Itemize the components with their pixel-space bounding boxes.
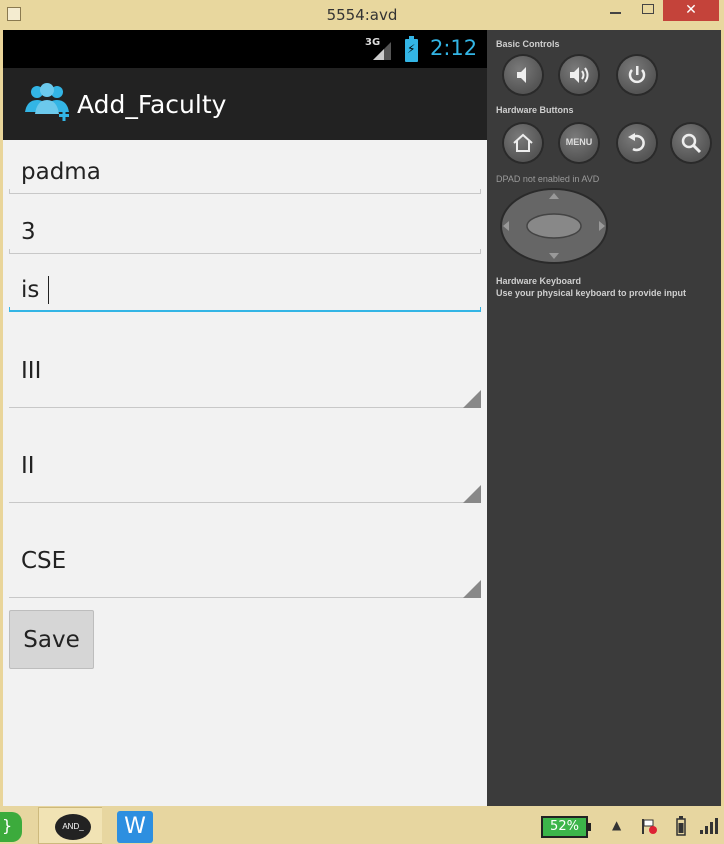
field-underline bbox=[9, 249, 481, 254]
field-underline bbox=[9, 189, 481, 194]
faculty-form: III II CSE Save bbox=[3, 140, 487, 806]
name-input[interactable] bbox=[9, 146, 481, 198]
signal-icon bbox=[373, 42, 391, 60]
close-button[interactable]: ✕ bbox=[663, 0, 719, 21]
status-time: 2:12 bbox=[430, 36, 478, 60]
year-spinner[interactable]: III bbox=[9, 338, 481, 418]
semester-spinner-value: II bbox=[21, 453, 35, 479]
search-icon bbox=[681, 133, 702, 154]
taskbar-item-android[interactable]: AND_ bbox=[38, 807, 110, 844]
emulator-controls-panel: Basic Controls Hardware Buttons MENU DPA… bbox=[487, 30, 721, 806]
hardware-buttons-label: Hardware Buttons bbox=[496, 105, 574, 115]
department-spinner[interactable]: CSE bbox=[9, 528, 481, 608]
battery-indicator[interactable]: 52% bbox=[541, 816, 591, 838]
semester-spinner[interactable]: II bbox=[9, 433, 481, 513]
subject-input[interactable] bbox=[9, 264, 481, 316]
network-signal-icon[interactable] bbox=[700, 818, 718, 834]
tray-expand-icon[interactable]: ▲ bbox=[612, 818, 621, 832]
volume-up-icon bbox=[570, 67, 589, 83]
battery-icon: ⚡ bbox=[405, 36, 418, 62]
back-icon bbox=[628, 133, 645, 152]
dpad-control[interactable] bbox=[500, 188, 608, 264]
status-bar: 3G ⚡ 2:12 bbox=[3, 30, 487, 68]
menu-button-label: MENU bbox=[565, 137, 593, 147]
spinner-underline bbox=[9, 407, 481, 408]
spinner-underline bbox=[9, 502, 481, 503]
page-title: Add_Faculty bbox=[77, 90, 227, 119]
android-emulator-icon: AND_ bbox=[55, 814, 91, 840]
add-group-icon bbox=[25, 83, 69, 121]
save-button[interactable]: Save bbox=[9, 610, 94, 669]
flag-icon[interactable] bbox=[640, 817, 658, 835]
name-field[interactable] bbox=[9, 146, 481, 198]
hardware-keyboard-hint: Use your physical keyboard to provide in… bbox=[496, 288, 687, 298]
dropdown-arrow-icon bbox=[463, 580, 481, 598]
back-button[interactable] bbox=[618, 124, 656, 162]
action-bar: Add_Faculty bbox=[3, 68, 487, 140]
hardware-keyboard-label: Hardware Keyboard bbox=[496, 276, 582, 286]
taskbar-item-w[interactable]: W bbox=[102, 807, 174, 844]
w-app-icon: W bbox=[117, 811, 153, 843]
power-button[interactable] bbox=[618, 56, 656, 94]
dropdown-arrow-icon bbox=[463, 485, 481, 503]
maximize-button[interactable] bbox=[633, 0, 663, 21]
search-button[interactable] bbox=[672, 124, 710, 162]
volume-up-button[interactable] bbox=[560, 56, 598, 94]
power-plug-icon[interactable] bbox=[675, 816, 687, 836]
power-icon bbox=[628, 66, 646, 84]
taskbar: } AND_ W 52% ▲ bbox=[0, 806, 724, 844]
field-underline-focused bbox=[9, 307, 481, 312]
number-field[interactable] bbox=[9, 206, 481, 258]
home-button[interactable] bbox=[504, 124, 542, 162]
basic-controls-label: Basic Controls bbox=[496, 39, 560, 49]
start-button[interactable]: } bbox=[0, 812, 22, 842]
number-input[interactable] bbox=[9, 206, 481, 258]
volume-down-button[interactable] bbox=[504, 56, 542, 94]
device-screen: 3G ⚡ 2:12 Add_Faculty padma 3 is III II … bbox=[3, 30, 487, 806]
volume-down-icon bbox=[517, 67, 526, 83]
emulator-window: 3G ⚡ 2:12 Add_Faculty padma 3 is III II … bbox=[3, 30, 721, 806]
minimize-button[interactable] bbox=[600, 0, 632, 21]
dropdown-arrow-icon bbox=[463, 390, 481, 408]
home-icon bbox=[513, 133, 533, 152]
subject-field[interactable] bbox=[9, 264, 481, 316]
department-spinner-value: CSE bbox=[21, 548, 67, 574]
dpad-disabled-label: DPAD not enabled in AVD bbox=[496, 174, 600, 184]
window-titlebar: 5554:avd ✕ bbox=[0, 0, 724, 30]
menu-button[interactable]: MENU bbox=[560, 124, 598, 162]
text-cursor bbox=[48, 276, 49, 304]
year-spinner-value: III bbox=[21, 358, 42, 384]
spinner-underline bbox=[9, 597, 481, 598]
